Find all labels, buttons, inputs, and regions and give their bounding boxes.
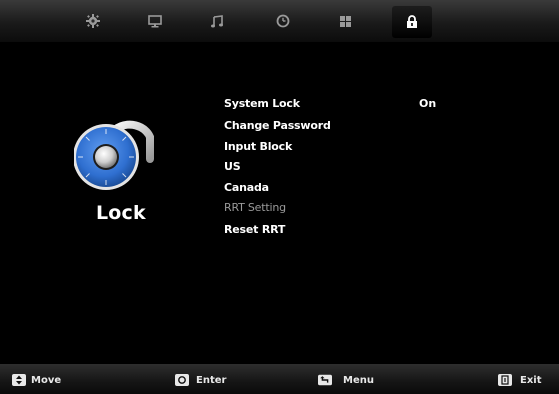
clock-icon (276, 14, 290, 28)
exit-icon (498, 374, 512, 386)
hint-move: Move (31, 375, 62, 386)
tab-sound[interactable] (206, 11, 228, 31)
tab-screen[interactable] (144, 11, 166, 31)
hint-menu: Menu (343, 375, 374, 386)
up-down-icon (12, 374, 26, 386)
grid-icon (339, 15, 351, 27)
tab-time[interactable] (272, 11, 294, 31)
menu-item-rrt-setting: RRT Setting (224, 201, 286, 214)
menu-item-change-password[interactable]: Change Password (224, 119, 331, 132)
tab-picture[interactable] (82, 11, 104, 31)
menu-item-input-block[interactable]: Input Block (224, 140, 292, 153)
gear-icon (86, 14, 100, 28)
enter-icon (175, 374, 189, 386)
return-icon (318, 374, 332, 386)
menu-item-us[interactable]: US (224, 160, 241, 173)
tab-bar (0, 0, 559, 42)
padlock-dial-icon (74, 120, 154, 190)
tab-lock[interactable] (392, 6, 432, 38)
lock-icon (407, 15, 417, 28)
system-lock-value[interactable]: On (419, 97, 436, 110)
tab-setup[interactable] (334, 11, 356, 31)
hint-enter: Enter (196, 375, 227, 386)
monitor-icon (148, 14, 162, 27)
hint-bar: Move Enter Menu Exit (0, 364, 559, 394)
menu-item-canada[interactable]: Canada (224, 181, 269, 194)
menu-item-reset-rrt[interactable]: Reset RRT (224, 223, 285, 236)
hint-exit: Exit (520, 375, 542, 386)
page-title: Lock (96, 202, 146, 224)
menu-item-system-lock[interactable]: System Lock (224, 97, 300, 110)
music-note-icon (211, 14, 223, 27)
